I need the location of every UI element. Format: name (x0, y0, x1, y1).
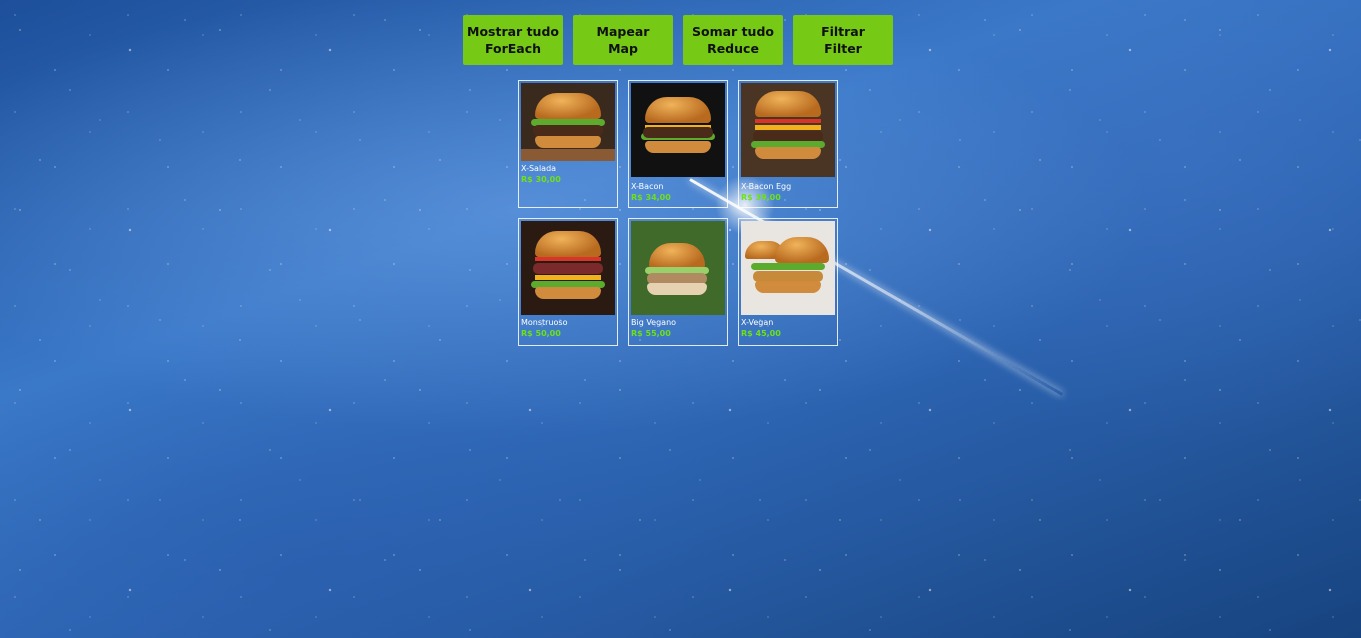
burger-photo (631, 83, 725, 177)
product-price: R$ 39,00 (741, 193, 781, 202)
product-name: X-Salada (521, 164, 557, 173)
show-all-foreach-button[interactable]: Mostrar tudo ForEach (463, 15, 563, 65)
product-grid: X-Salada R$ 30,00 X-Bacon R$ 34,00 X-Bac… (518, 80, 838, 346)
product-card: X-Bacon Egg R$ 39,00 (738, 80, 838, 208)
burger-photo (741, 221, 835, 315)
product-card: Big Vegano R$ 55,00 (628, 218, 728, 346)
button-label: Mapear (596, 24, 650, 39)
product-name: Big Vegano (631, 318, 677, 327)
button-label: Filtrar (821, 24, 865, 39)
button-sublabel: Map (608, 41, 638, 56)
sum-reduce-button[interactable]: Somar tudo Reduce (683, 15, 783, 65)
product-name: X-Bacon Egg (741, 182, 792, 191)
product-card: X-Vegan R$ 45,00 (738, 218, 838, 346)
product-card: X-Bacon R$ 34,00 (628, 80, 728, 208)
button-sublabel: ForEach (484, 41, 542, 56)
burger-photo (631, 221, 725, 315)
product-name: X-Vegan (741, 318, 774, 327)
button-label: Mostrar tudo (467, 24, 559, 39)
map-button[interactable]: Mapear Map (573, 15, 673, 65)
burger-photo (741, 83, 835, 177)
button-sublabel: Reduce (707, 41, 759, 56)
product-price: R$ 45,00 (741, 329, 781, 338)
product-name: Monstruoso (521, 318, 568, 327)
product-name: X-Bacon (631, 182, 664, 191)
product-price: R$ 55,00 (631, 329, 671, 338)
burger-photo (521, 83, 615, 161)
button-sublabel: Filter (824, 41, 862, 56)
product-card: X-Salada R$ 30,00 (518, 80, 618, 208)
action-buttons: Mostrar tudo ForEach Mapear Map Somar tu… (463, 15, 893, 65)
burger-photo (521, 221, 615, 315)
button-label: Somar tudo (692, 24, 774, 39)
filter-button[interactable]: Filtrar Filter (793, 15, 893, 65)
product-price: R$ 30,00 (521, 175, 561, 184)
product-price: R$ 50,00 (521, 329, 561, 338)
product-price: R$ 34,00 (631, 193, 671, 202)
product-card: Monstruoso R$ 50,00 (518, 218, 618, 346)
